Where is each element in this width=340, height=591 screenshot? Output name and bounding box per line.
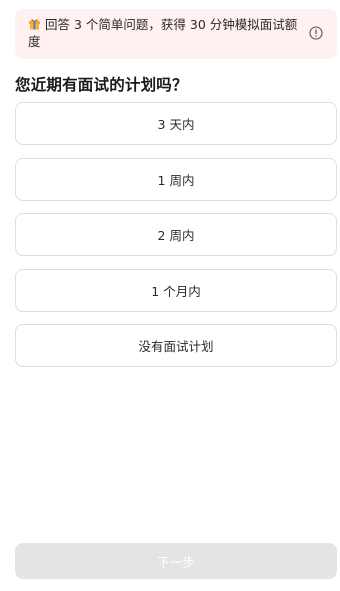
reward-banner: 回答 3 个简单问题，获得 30 分钟模拟面试额度 <box>15 9 337 59</box>
option-label: 3 天内 <box>157 117 195 132</box>
option-label: 没有面试计划 <box>138 339 214 355</box>
next-button[interactable]: 下一步 <box>15 543 337 579</box>
options-list: 3 天内 1 周内 2 周内 1 个月内 没有面试计划 <box>15 102 337 380</box>
gift-icon <box>28 17 41 30</box>
option-3-days[interactable]: 3 天内 <box>15 102 337 145</box>
option-label: 1 个月内 <box>151 283 201 299</box>
option-label: 1 周内 <box>157 172 195 188</box>
info-icon[interactable] <box>309 26 323 40</box>
option-2-weeks[interactable]: 2 周内 <box>15 213 337 257</box>
option-label: 2 周内 <box>157 228 195 244</box>
banner-text: 回答 3 个简单问题，获得 30 分钟模拟面试额度 <box>28 17 298 49</box>
survey-page: 回答 3 个简单问题，获得 30 分钟模拟面试额度 您近期有面试的计划吗？ 3 … <box>0 0 340 591</box>
question-title: 您近期有面试的计划吗？ <box>15 76 188 94</box>
option-1-week[interactable]: 1 周内 <box>15 157 337 201</box>
option-no-plan[interactable]: 没有面试计划 <box>15 324 337 368</box>
option-1-month[interactable]: 1 个月内 <box>15 268 337 312</box>
